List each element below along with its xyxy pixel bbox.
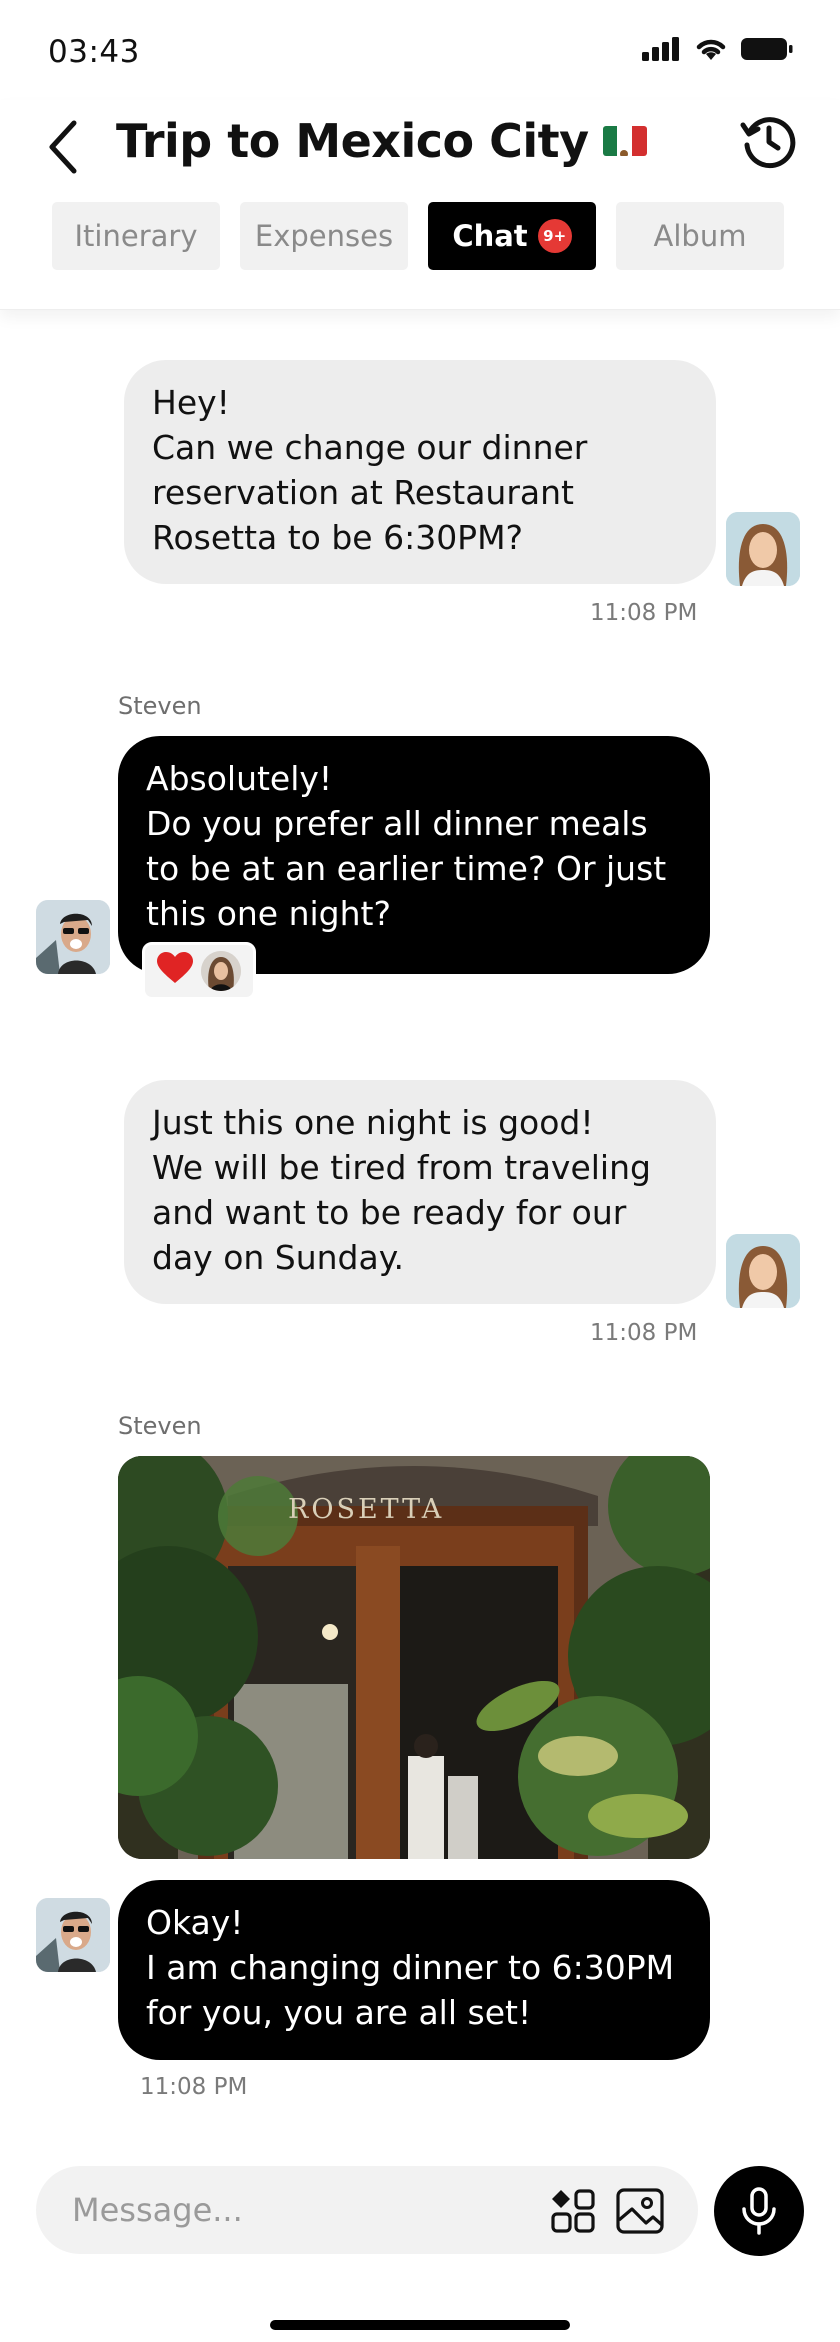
history-icon (740, 117, 796, 169)
message-time: 11:08 PM (590, 600, 698, 626)
microphone-icon (742, 2187, 776, 2235)
message-reaction[interactable] (142, 942, 256, 1000)
steven-avatar (36, 900, 110, 974)
steven-avatar (36, 1898, 110, 1972)
tab-chat[interactable]: Chat 9+ (428, 202, 596, 270)
tab-album[interactable]: Album (616, 202, 784, 270)
wifi-icon (696, 39, 726, 60)
signal-icon (642, 37, 679, 61)
photo-sign-text: ROSETTA (288, 1494, 444, 1525)
apps-button[interactable] (550, 2188, 596, 2234)
message-bubble-incoming[interactable]: Okay! I am changing dinner to 6:30PM for… (118, 1880, 710, 2060)
status-bar: 03:43 (0, 0, 840, 100)
reactor-avatar (201, 951, 241, 991)
gallery-icon (616, 2188, 664, 2234)
message-composer (36, 2166, 698, 2254)
trip-header: Trip to Mexico City Itinerary Expenses C… (0, 100, 840, 310)
tab-expenses-label: Expenses (254, 219, 394, 253)
heart-reaction-icon (157, 952, 193, 990)
tab-itinerary-label: Itinerary (74, 219, 198, 253)
tab-chat-label: Chat (452, 219, 528, 253)
page-title: Trip to Mexico City (116, 106, 647, 176)
tab-expenses[interactable]: Expenses (240, 202, 408, 270)
message-bubble-incoming[interactable]: Absolutely! Do you prefer all dinner mea… (118, 736, 710, 974)
history-button[interactable] (734, 106, 804, 176)
message-time: 11:08 PM (590, 1320, 698, 1346)
mexico-flag-icon (602, 126, 647, 156)
sender-name: Steven (118, 1412, 202, 1440)
status-time: 03:43 (48, 34, 140, 70)
status-icons (642, 36, 794, 62)
message-input[interactable] (72, 2166, 512, 2254)
message-time: 11:08 PM (140, 2074, 248, 2100)
microphone-button[interactable] (714, 2166, 804, 2256)
message-bubble-outgoing[interactable]: Hey! Can we change our dinner reservatio… (124, 360, 716, 584)
user-avatar (726, 512, 800, 586)
apps-icon (551, 2189, 595, 2233)
gallery-button[interactable] (616, 2188, 664, 2234)
message-bubble-outgoing[interactable]: Just this one night is good! We will be … (124, 1080, 716, 1304)
back-icon (49, 120, 77, 174)
tab-itinerary[interactable]: Itinerary (52, 202, 220, 270)
unread-badge: 9+ (537, 219, 572, 253)
sender-name: Steven (118, 692, 202, 720)
trip-tabs: Itinerary Expenses Chat 9+ Album (52, 202, 784, 270)
user-avatar (726, 1234, 800, 1308)
tab-album-label: Album (653, 219, 747, 253)
battery-icon (741, 38, 793, 60)
shared-photo[interactable]: ROSETTA (118, 1456, 710, 1859)
back-button[interactable] (40, 112, 86, 182)
page-title-text: Trip to Mexico City (116, 114, 589, 168)
home-indicator[interactable] (270, 2320, 570, 2330)
